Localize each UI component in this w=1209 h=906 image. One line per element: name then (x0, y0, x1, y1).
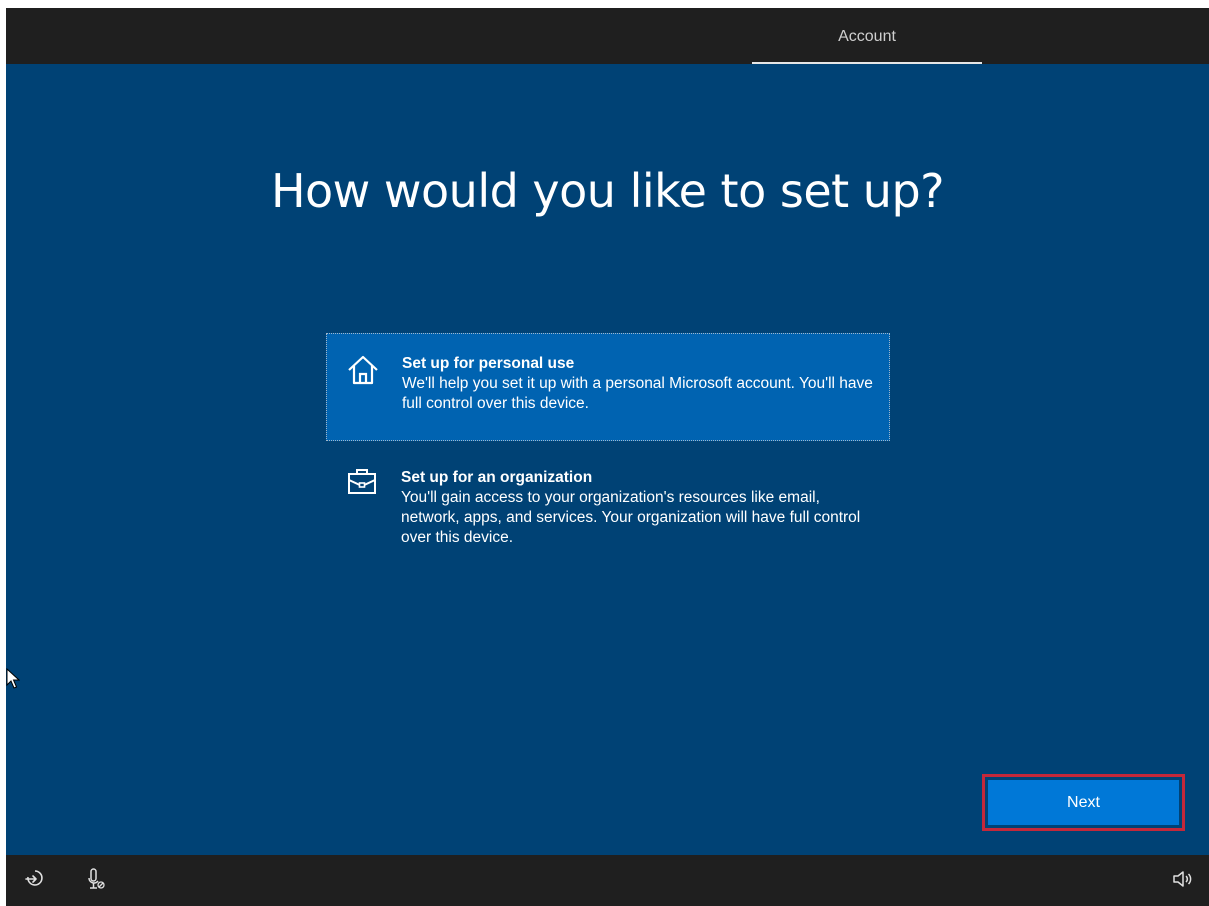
option-personal-use[interactable]: Set up for personal use We'll help you s… (326, 333, 890, 441)
option-organization-text: Set up for an organization You'll gain a… (401, 468, 880, 548)
oobe-window: Account How would you like to set up? Se… (6, 8, 1209, 906)
ease-of-access-icon[interactable] (22, 867, 46, 891)
option-personal-text: Set up for personal use We'll help you s… (402, 354, 879, 414)
option-organization-description: You'll gain access to your organization'… (401, 489, 861, 546)
main-panel: How would you like to set up? Set up for… (6, 64, 1209, 855)
option-personal-title: Set up for personal use (402, 355, 575, 372)
home-icon (345, 352, 381, 388)
briefcase-icon (344, 464, 380, 500)
mouse-cursor-icon (6, 667, 21, 690)
page-title: How would you like to set up? (270, 164, 945, 218)
top-bar: Account (6, 8, 1209, 64)
option-organization[interactable]: Set up for an organization You'll gain a… (326, 454, 890, 566)
option-personal-description: We'll help you set it up with a personal… (402, 375, 873, 412)
option-organization-title: Set up for an organization (401, 469, 593, 486)
volume-icon[interactable] (1171, 867, 1195, 891)
next-button[interactable]: Next (988, 780, 1179, 825)
bottom-bar (6, 855, 1209, 906)
microphone-off-icon[interactable] (84, 867, 108, 891)
tab-account: Account (838, 28, 896, 45)
